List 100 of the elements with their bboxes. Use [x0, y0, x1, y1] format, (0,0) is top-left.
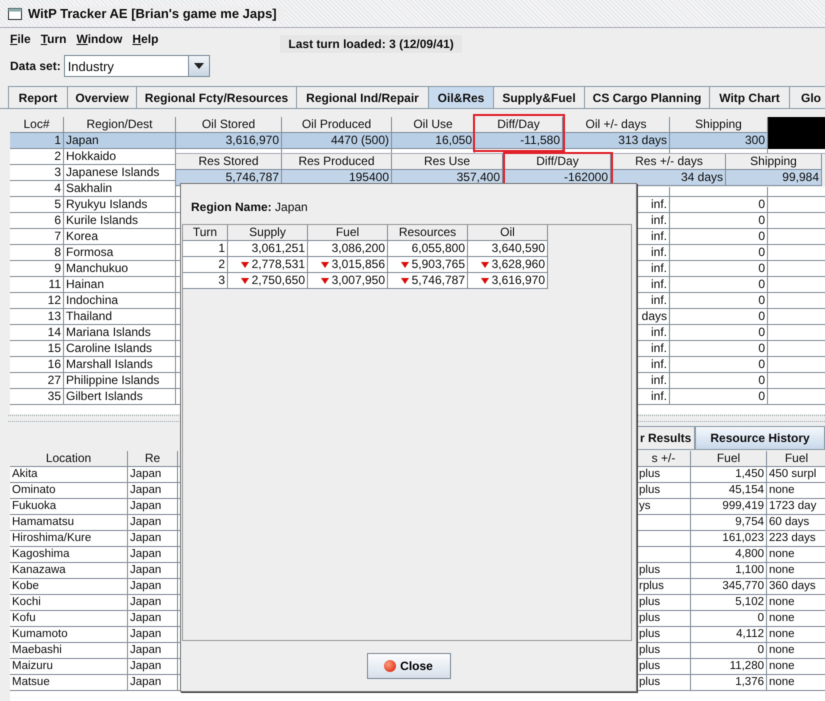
column-header[interactable]: Fuel	[691, 451, 767, 467]
column-header[interactable]: Oil Use	[392, 117, 475, 133]
table-cell: 9	[10, 261, 64, 277]
table-cell: 16	[10, 357, 64, 373]
table-cell: Ominato	[10, 483, 128, 499]
table-cell: 5,746,787	[388, 273, 468, 289]
table-cell: 35	[10, 389, 64, 405]
menu-item[interactable]: File	[5, 32, 36, 46]
table-cell: 3,616,970	[468, 273, 548, 289]
table-cell: 0	[670, 373, 768, 389]
table-cell: Japan	[128, 515, 178, 531]
table-cell: Japan	[128, 547, 178, 563]
table-cell: Formosa	[64, 245, 176, 261]
table-cell: 223 days	[767, 531, 825, 547]
table-cell: Gilbert Islands	[64, 389, 176, 405]
column-header[interactable]: Location	[10, 451, 128, 467]
table-cell: 27	[10, 373, 64, 389]
column-header[interactable]: Fuel	[308, 225, 388, 241]
table-cell: Caroline Islands	[64, 341, 176, 357]
column-header[interactable]: Supply	[228, 225, 308, 241]
table-cell: 1723 day	[767, 499, 825, 515]
column-header[interactable]: Res Produced	[282, 154, 392, 170]
table-cell: Ryukyu Islands	[64, 197, 176, 213]
table-cell: Japan	[128, 611, 178, 627]
table-cell: 0	[670, 293, 768, 309]
column-header[interactable]: Fuel	[767, 451, 825, 467]
close-button[interactable]: Close	[366, 653, 450, 679]
table-cell: 15	[10, 341, 64, 357]
table-cell: Thailand	[64, 309, 176, 325]
column-header[interactable]: Oil Produced	[282, 117, 392, 133]
table-cell: 1,450	[691, 467, 767, 483]
table-cell: Kanazawa	[10, 563, 128, 579]
table-cell: Japan	[128, 499, 178, 515]
table-cell: 0	[670, 357, 768, 373]
column-header[interactable]: Resources	[388, 225, 468, 241]
table-cell: 999,419	[691, 499, 767, 515]
data-set-label: Data set:	[10, 59, 61, 73]
table-cell: 4,112	[691, 627, 767, 643]
column-header[interactable]: Shipping	[726, 154, 822, 170]
tab[interactable]: Oil&Res	[428, 86, 494, 108]
column-header[interactable]: Res Use	[392, 154, 503, 170]
table-cell: Maizuru	[10, 659, 128, 675]
table-cell: 12	[10, 293, 64, 309]
column-header[interactable]: Turn	[183, 225, 228, 241]
table-cell: 1	[10, 133, 64, 149]
table-cell: Sakhalin	[64, 181, 176, 197]
column-header[interactable]: Re	[128, 451, 178, 467]
table-cell: Kochi	[10, 595, 128, 611]
table-cell: 300	[670, 133, 768, 149]
table-cell: 0	[670, 341, 768, 357]
table-cell: 60 days	[767, 515, 825, 531]
table-cell: 16,050	[392, 133, 475, 149]
table-cell: Korea	[64, 229, 176, 245]
table-cell: Japan	[128, 675, 178, 691]
column-header[interactable]: Oil	[468, 225, 548, 241]
column-header[interactable]: Loc#	[10, 117, 64, 133]
table-cell: 8	[10, 245, 64, 261]
last-turn-label: Last turn loaded: 3 (12/09/41)	[280, 35, 462, 53]
table-cell: Kagoshima	[10, 547, 128, 563]
table-cell: 3,628,960	[468, 257, 548, 273]
table-cell: 0	[670, 325, 768, 341]
table-cell: Marshall Islands	[64, 357, 176, 373]
table-cell: 3,007,950	[308, 273, 388, 289]
table-cell: none	[767, 547, 825, 563]
column-header[interactable]: Diff/Day	[475, 117, 563, 133]
column-header[interactable]: Shipping	[670, 117, 768, 133]
table-cell: 1,100	[691, 563, 767, 579]
table-cell: none	[767, 675, 825, 691]
table-cell: 0	[670, 309, 768, 325]
table-cell: Japan	[128, 579, 178, 595]
menu-item[interactable]: Window	[71, 32, 128, 46]
column-header[interactable]: Diff/Day	[505, 154, 611, 170]
menu-item[interactable]: Help	[127, 32, 164, 46]
region-name-label: Region Name: Japan	[191, 200, 308, 214]
tab[interactable]: Report	[8, 86, 68, 108]
table-cell: Kurile Islands	[64, 213, 176, 229]
table-cell: 3,086,200	[308, 241, 388, 257]
column-header[interactable]: s +/-	[637, 451, 691, 467]
tab[interactable]: Resource History	[695, 426, 825, 450]
table-cell: 3	[10, 165, 64, 181]
table-cell: Mariana Islands	[64, 325, 176, 341]
table-cell: Japan	[128, 531, 178, 547]
table-cell: 161,023	[691, 531, 767, 547]
menu-item[interactable]: Turn	[36, 32, 72, 46]
table-cell: Japan	[128, 659, 178, 675]
table-cell: Maebashi	[10, 643, 128, 659]
column-header[interactable]: Res Stored	[176, 154, 282, 170]
data-set-dropdown[interactable]: Industry	[64, 55, 210, 77]
table-cell: 7	[10, 229, 64, 245]
column-header[interactable]: Oil Stored	[176, 117, 282, 133]
table-cell: 5,102	[691, 595, 767, 611]
table-cell: none	[767, 627, 825, 643]
table-cell: none	[767, 611, 825, 627]
table-cell: 2	[183, 257, 228, 273]
table-cell: 45,154	[691, 483, 767, 499]
column-header[interactable]: Res +/- days	[613, 154, 726, 170]
table-cell: none	[767, 483, 825, 499]
column-header[interactable]: Region/Dest	[64, 117, 176, 133]
tab[interactable]: r Results	[636, 426, 696, 450]
column-header[interactable]: Oil +/- days	[563, 117, 670, 133]
